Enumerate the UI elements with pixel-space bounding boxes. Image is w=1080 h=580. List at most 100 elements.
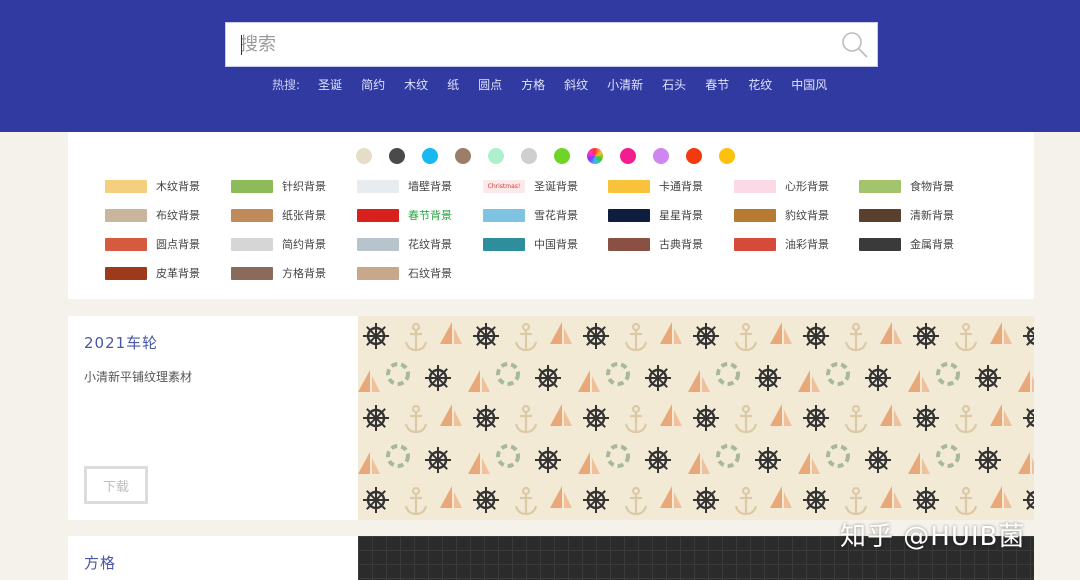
category-item[interactable]: 墙壁背景 [357,177,452,195]
category-swatch [608,179,650,193]
color-filter-dot[interactable] [488,148,504,164]
category-label: 雪花背景 [534,209,578,222]
category-label: 金属背景 [910,238,954,251]
category-label: 豹纹背景 [785,209,829,222]
hot-term[interactable]: 木纹 [404,76,428,93]
category-swatch [734,208,776,222]
hot-term[interactable]: 纸 [447,76,459,93]
category-label: 石纹背景 [408,267,452,280]
category-label: 古典背景 [659,238,703,251]
color-filter-dot[interactable] [356,148,372,164]
color-filter-dot[interactable] [719,148,735,164]
category-item[interactable]: 古典背景 [608,235,703,253]
category-label: 圆点背景 [156,238,200,251]
card-description: 小清新平铺纹理素材 [84,370,193,384]
category-item[interactable]: 豹纹背景 [734,206,829,224]
category-swatch [859,179,901,193]
hot-term[interactable]: 花纹 [748,76,772,93]
category-item[interactable]: 卡通背景 [608,177,703,195]
category-item[interactable]: 清新背景 [859,206,954,224]
color-filter-row [356,148,752,164]
hot-term[interactable]: 简约 [361,76,385,93]
hot-search-bar: 热搜: 圣诞 简约 木纹 纸 圆点 方格 斜纹 小清新 石头 春节 花纹 中国风 [272,75,846,93]
color-filter-dot[interactable] [620,148,636,164]
color-filter-dot[interactable] [521,148,537,164]
category-item[interactable]: 金属背景 [859,235,954,253]
hot-term[interactable]: 斜纹 [564,76,588,93]
category-swatch [608,237,650,251]
category-swatch [734,179,776,193]
hot-term[interactable]: 圆点 [478,76,502,93]
hot-term[interactable]: 方格 [521,76,545,93]
category-item[interactable]: 花纹背景 [357,235,452,253]
category-item[interactable]: 纸张背景 [231,206,326,224]
category-item[interactable]: 简约背景 [231,235,326,253]
card-title: 2021车轮 [84,334,159,352]
category-item[interactable]: 针织背景 [231,177,326,195]
category-label: 春节背景 [408,209,452,222]
category-swatch [483,208,525,222]
hot-term[interactable]: 小清新 [607,76,643,93]
watermark: 知乎 @HUIB菌 [840,522,1026,552]
category-swatch [357,179,399,193]
category-label: 针织背景 [282,180,326,193]
color-filter-dot[interactable] [587,148,603,164]
category-swatch [483,237,525,251]
category-label: 墙壁背景 [408,180,452,193]
category-item[interactable]: 圆点背景 [105,235,200,253]
category-label: 花纹背景 [408,238,452,251]
texture-card: 2021车轮 小清新平铺纹理素材 下载 [68,316,358,520]
color-filter-dot[interactable] [554,148,570,164]
category-label: 清新背景 [910,209,954,222]
category-swatch [357,208,399,222]
card-title: 方格 [84,554,117,572]
category-label: 卡通背景 [659,180,703,193]
category-item[interactable]: 石纹背景 [357,264,452,282]
download-button[interactable]: 下载 [84,466,148,504]
category-swatch [105,266,147,280]
category-label: 方格背景 [282,267,326,280]
category-swatch [105,237,147,251]
category-item[interactable]: 食物背景 [859,177,954,195]
category-item[interactable]: 皮革背景 [105,264,200,282]
category-item[interactable]: 中国背景 [483,235,578,253]
category-item[interactable]: Christmas! 圣诞背景 [483,177,578,195]
category-swatch [608,208,650,222]
hot-term[interactable]: 圣诞 [318,76,342,93]
category-label: 皮革背景 [156,267,200,280]
category-swatch [859,237,901,251]
text-caret [241,35,242,55]
category-label: 圣诞背景 [534,180,578,193]
category-item[interactable]: 雪花背景 [483,206,578,224]
color-filter-dot[interactable] [653,148,669,164]
category-label: 布纹背景 [156,209,200,222]
category-swatch [231,266,273,280]
category-label: 简约背景 [282,238,326,251]
category-item[interactable]: 星星背景 [608,206,703,224]
category-item[interactable]: 布纹背景 [105,206,200,224]
nautical-pattern [358,316,1034,520]
texture-card: 方格 [68,536,358,580]
category-item[interactable]: 心形背景 [734,177,829,195]
category-item[interactable]: 春节背景 [357,206,452,224]
search-input[interactable] [240,23,830,66]
search-box[interactable] [225,22,878,67]
color-filter-dot[interactable] [455,148,471,164]
hot-term[interactable]: 中国风 [791,76,827,93]
category-label: 油彩背景 [785,238,829,251]
category-item[interactable]: 方格背景 [231,264,326,282]
category-item[interactable]: 木纹背景 [105,177,200,195]
category-label: 食物背景 [910,180,954,193]
hot-term[interactable]: 石头 [662,76,686,93]
texture-preview[interactable] [358,316,1034,520]
search-icon[interactable] [840,30,870,60]
color-filter-dot[interactable] [389,148,405,164]
category-swatch [859,208,901,222]
category-swatch [357,237,399,251]
category-item[interactable]: 油彩背景 [734,235,829,253]
category-label: 木纹背景 [156,180,200,193]
hot-term[interactable]: 春节 [705,76,729,93]
color-filter-dot[interactable] [686,148,702,164]
category-swatch [357,266,399,280]
color-filter-dot[interactable] [422,148,438,164]
